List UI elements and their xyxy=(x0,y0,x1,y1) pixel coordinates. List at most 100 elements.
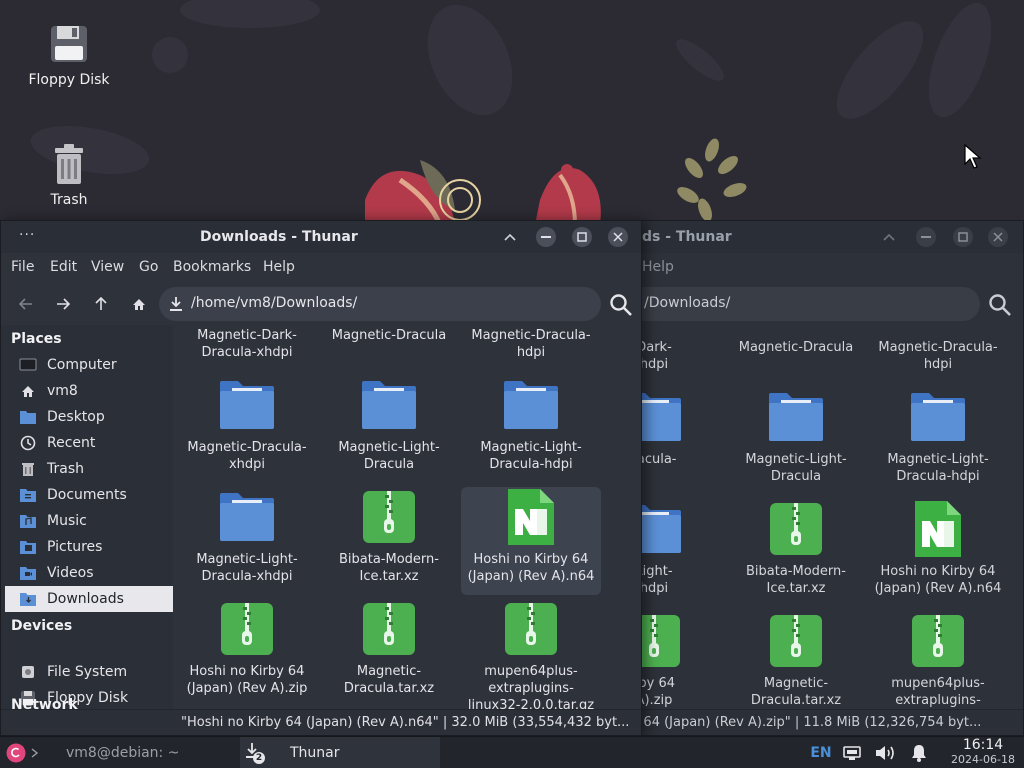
menubar: File Edit View Go Bookmarks Help xyxy=(1,255,641,279)
file-name-line: Dracula.tar.xz xyxy=(343,681,435,696)
titlebar[interactable]: ··· Downloads - Thunar xyxy=(1,221,641,253)
file-item[interactable]: Bibata-Modern- Ice.tar.xz xyxy=(726,499,866,607)
downloads-folder-icon xyxy=(19,590,37,608)
sidebar-item-computer[interactable]: Computer xyxy=(5,352,173,378)
folder-item[interactable]: Magnetic-Dracula-xhdpi xyxy=(177,375,317,483)
file-item[interactable]: Hoshi no Kirby 64 (Japan) (Rev A).zip xyxy=(177,599,317,707)
minimize-button[interactable] xyxy=(916,227,936,247)
window-title: Downloads - Thunar xyxy=(200,229,358,245)
sidebar-item-file-system[interactable]: File System xyxy=(5,659,173,685)
folder-item[interactable]: Magnetic-Dracula xyxy=(319,325,459,371)
network-indicator[interactable] xyxy=(840,737,864,768)
sidebar-item-trash[interactable]: Trash xyxy=(5,456,173,482)
search-icon[interactable] xyxy=(988,293,1012,317)
file-view[interactable]: Magnetic-Dark- Dracula-xhdpi Magnetic-Drac… xyxy=(173,325,641,711)
sidebar-item-desktop[interactable]: Desktop xyxy=(5,404,173,430)
arrow-left-icon xyxy=(19,298,32,310)
status-bar: "Hoshi no Kirby 64 (Japan) (Rev A).n64" … xyxy=(1,709,641,735)
folder-item[interactable]: Magnetic-Light- Dracula xyxy=(319,375,459,483)
maximize-button[interactable] xyxy=(572,227,592,247)
keyboard-layout-indicator[interactable]: EN xyxy=(808,737,834,768)
parent-folder-button[interactable] xyxy=(90,293,112,315)
home-icon xyxy=(19,382,37,400)
sidebar-item-vm8[interactable]: vm8 xyxy=(5,378,173,404)
file-name-line: Magnetic-Light- xyxy=(887,452,989,467)
archive-icon xyxy=(766,611,826,671)
task-icon: 2 xyxy=(244,742,266,764)
file-name-line: Magnetic-Light- xyxy=(338,440,440,455)
maximize-button[interactable] xyxy=(953,227,973,247)
archive-icon xyxy=(359,487,419,547)
close-button[interactable] xyxy=(608,227,628,247)
shade-button[interactable] xyxy=(879,227,899,247)
location-bar[interactable]: /home/vm8/Downloads/ xyxy=(159,287,601,321)
menu-help[interactable]: Help xyxy=(642,259,674,275)
minimize-button[interactable] xyxy=(536,227,556,247)
desktop-icon-floppy-disk[interactable]: Floppy Disk xyxy=(14,22,124,88)
sidebar-item-label: Documents xyxy=(47,487,127,503)
titlebar[interactable]: ds - Thunar xyxy=(620,221,1023,253)
volume-indicator[interactable] xyxy=(872,737,900,768)
music-folder-icon xyxy=(19,512,37,530)
sidebar-item-pictures[interactable]: Pictures xyxy=(5,534,173,560)
folder-item[interactable]: Magnetic-Dracula-hdpi xyxy=(461,325,601,371)
back-button[interactable] xyxy=(15,293,37,315)
floppy-disk-icon xyxy=(51,26,87,62)
file-item[interactable]: Hoshi no Kirby 64 (Japan) (Rev A).n64 xyxy=(868,499,1008,607)
location-path: /Downloads/ xyxy=(644,295,731,311)
sidebar-heading-places: Places xyxy=(11,331,62,347)
folder-item[interactable]: Magnetic-Dracula xyxy=(726,325,866,383)
menu-help[interactable]: Help xyxy=(263,259,295,275)
file-item[interactable]: mupen64plus-extraplugins-linux32-2.0.0.t… xyxy=(461,599,601,711)
file-name-line: (Japan) (Rev A).zip xyxy=(186,681,308,696)
shade-button[interactable] xyxy=(500,227,520,247)
forward-button[interactable] xyxy=(52,293,74,315)
menu-edit[interactable]: Edit xyxy=(50,259,77,275)
folder-item[interactable]: Magnetic-Light- Dracula-xhdpi xyxy=(177,487,317,595)
archive-icon xyxy=(908,611,968,671)
window-menu-button[interactable]: ··· xyxy=(19,227,35,243)
folder-item[interactable]: Magnetic-Dracula-hdpi xyxy=(868,325,1008,383)
thunar-window-background[interactable]: ds - Thunar Help /Downloads/ Dark-hdpi Ma… xyxy=(619,220,1024,736)
clock[interactable]: 16:14 2024-06-18 xyxy=(950,738,1016,767)
task-terminal[interactable]: vm8@debian: ~ xyxy=(44,737,234,768)
sidebar-item-videos[interactable]: Videos xyxy=(5,560,173,586)
folder-icon xyxy=(501,375,561,435)
file-item[interactable]: Hoshi no Kirby 64 (Japan) (Rev A).n64 xyxy=(461,487,601,595)
debian-logo-icon xyxy=(6,743,26,763)
notifications-indicator[interactable] xyxy=(906,737,932,768)
file-item[interactable]: Magnetic- Dracula.tar.xz xyxy=(319,599,459,707)
pictures-folder-icon xyxy=(19,538,37,556)
menu-view[interactable]: View xyxy=(91,259,124,275)
folder-item[interactable]: Magnetic-Light- Dracula-hdpi xyxy=(461,375,601,483)
sidebar-item-label: Videos xyxy=(47,565,94,581)
sidebar-item-recent[interactable]: Recent xyxy=(5,430,173,456)
sidebar-item-downloads[interactable]: Downloads xyxy=(5,586,173,612)
menu-bookmarks[interactable]: Bookmarks xyxy=(173,259,251,275)
thunar-window[interactable]: ··· Downloads - Thunar File Edit View Go… xyxy=(0,220,642,736)
folder-item[interactable]: Magnetic-Dark- Dracula-xhdpi xyxy=(177,325,317,371)
menu-go[interactable]: Go xyxy=(139,259,158,275)
desktop-icon-trash[interactable]: Trash xyxy=(14,142,124,208)
folder-item[interactable]: Magnetic-Light- Dracula-hdpi xyxy=(868,387,1008,495)
sidebar-item-music[interactable]: Music xyxy=(5,508,173,534)
file-item[interactable]: mupen64plus-extraplugins- xyxy=(868,611,1008,711)
task-thunar[interactable]: 2 Thunar xyxy=(240,737,440,768)
sidebar-item-label: Desktop xyxy=(47,409,105,425)
folder-icon xyxy=(217,375,277,435)
file-item[interactable]: Bibata-Modern- Ice.tar.xz xyxy=(319,487,459,595)
file-item[interactable]: Magnetic- Dracula.tar.xz xyxy=(726,611,866,711)
file-view[interactable]: Dark-hdpi Magnetic-Dracula Magnetic-Dracul… xyxy=(620,325,1023,711)
close-button[interactable] xyxy=(988,227,1008,247)
network-wired-icon xyxy=(843,746,861,760)
sidebar-item-documents[interactable]: Documents xyxy=(5,482,173,508)
search-icon[interactable] xyxy=(609,293,633,317)
menu-file[interactable]: File xyxy=(11,259,34,275)
app-menu-button[interactable] xyxy=(4,737,28,768)
home-button[interactable] xyxy=(128,293,150,315)
location-bar[interactable]: /Downloads/ xyxy=(620,287,980,321)
home-icon xyxy=(133,298,145,310)
folder-item[interactable]: Magnetic-Light- Dracula xyxy=(726,387,866,495)
minimize-icon xyxy=(921,236,931,238)
toolbar: /home/vm8/Downloads/ xyxy=(1,283,641,323)
